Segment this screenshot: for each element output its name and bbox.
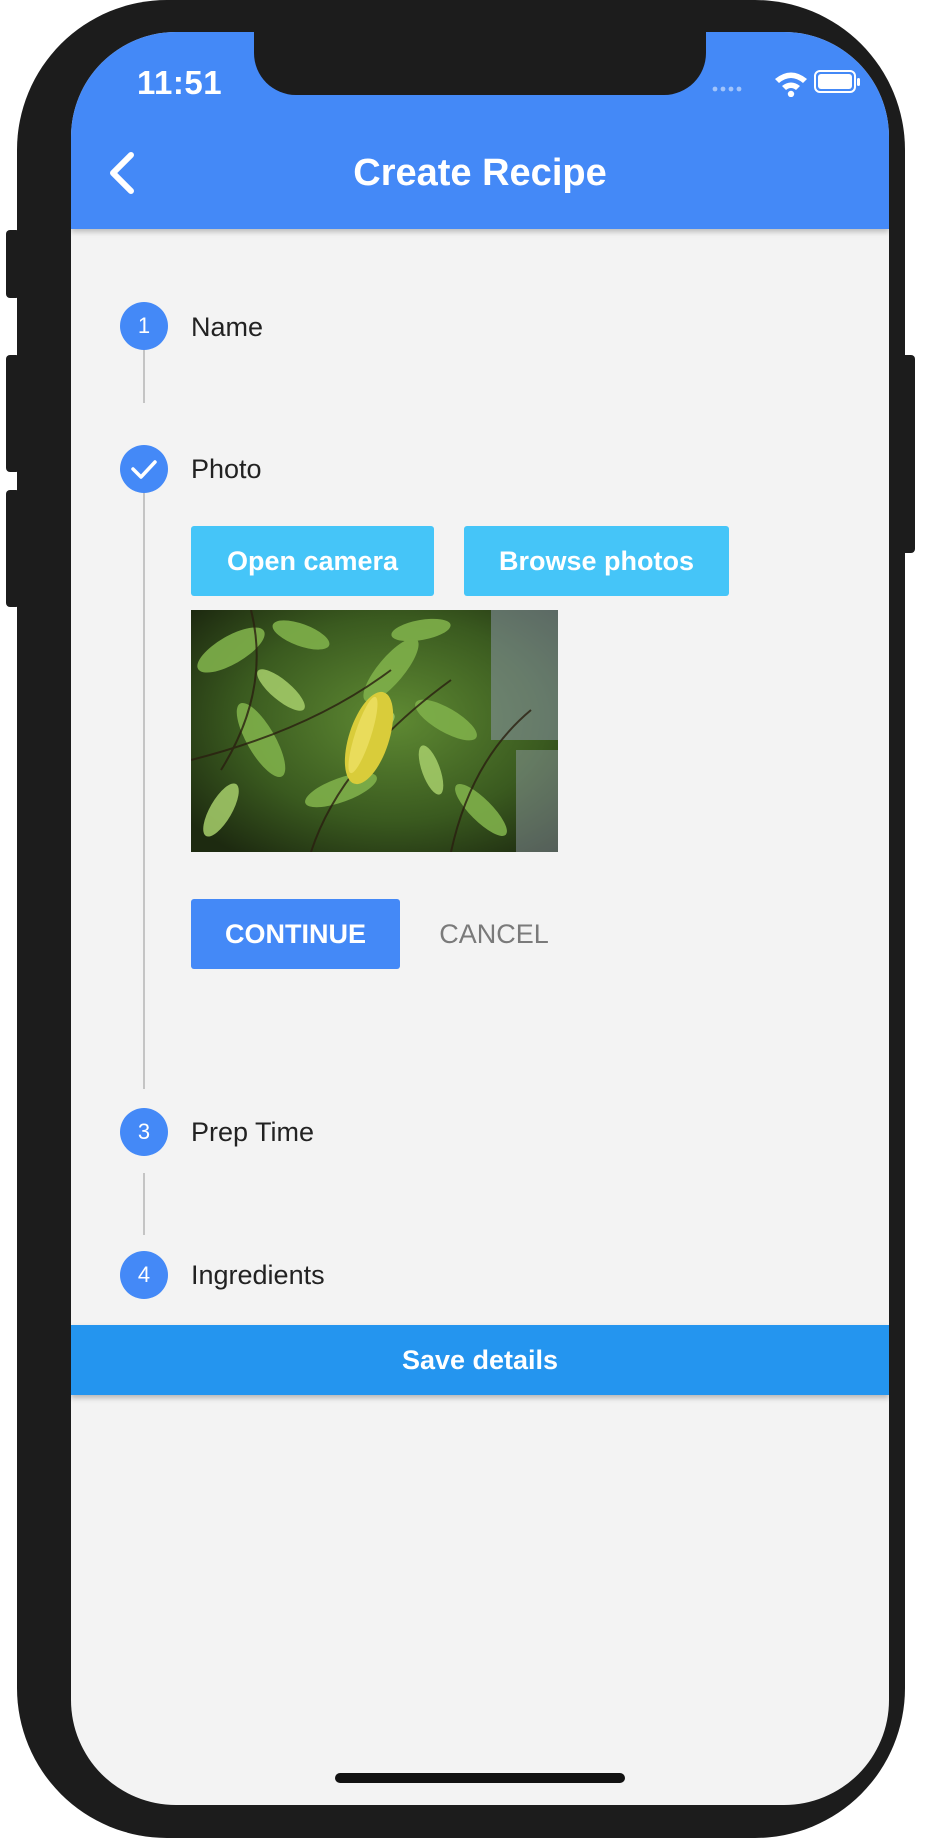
cancel-button[interactable]: CANCEL bbox=[434, 899, 554, 969]
home-indicator[interactable] bbox=[335, 1773, 625, 1783]
phone-frame: 11:51 Create Recipe 1 Name Photo Open ca… bbox=[17, 0, 905, 1838]
step-number-circle: 3 bbox=[120, 1108, 168, 1156]
status-icons bbox=[711, 67, 861, 98]
step-label: Prep Time bbox=[191, 1117, 315, 1147]
screen: 11:51 Create Recipe 1 Name Photo Open ca… bbox=[71, 32, 889, 1805]
wifi-icon bbox=[775, 72, 807, 98]
page-title: Create Recipe bbox=[353, 152, 607, 194]
step-label: Photo bbox=[191, 454, 262, 484]
notch bbox=[254, 32, 706, 95]
step-number-circle: 1 bbox=[120, 302, 168, 350]
selected-photo bbox=[191, 610, 558, 852]
open-camera-button[interactable]: Open camera bbox=[191, 526, 434, 596]
continue-button[interactable]: CONTINUE bbox=[191, 899, 400, 969]
browse-photos-button[interactable]: Browse photos bbox=[464, 526, 729, 596]
step-label: Ingredients bbox=[191, 1260, 325, 1290]
leaf-photo-image bbox=[191, 610, 558, 852]
step-label: Name bbox=[191, 312, 264, 342]
save-details-button[interactable]: Save details bbox=[71, 1325, 889, 1395]
signal-icon bbox=[712, 70, 860, 98]
app-bar: 11:51 Create Recipe bbox=[71, 32, 889, 229]
check-icon bbox=[131, 460, 157, 479]
step-connector-line bbox=[143, 1173, 145, 1235]
status-time: 11:51 bbox=[137, 64, 223, 101]
step-connector-line bbox=[143, 342, 145, 403]
step-complete-circle bbox=[120, 445, 168, 493]
step-connector-line bbox=[143, 487, 145, 1089]
battery-icon bbox=[814, 70, 860, 93]
step-number-circle: 4 bbox=[120, 1251, 168, 1299]
